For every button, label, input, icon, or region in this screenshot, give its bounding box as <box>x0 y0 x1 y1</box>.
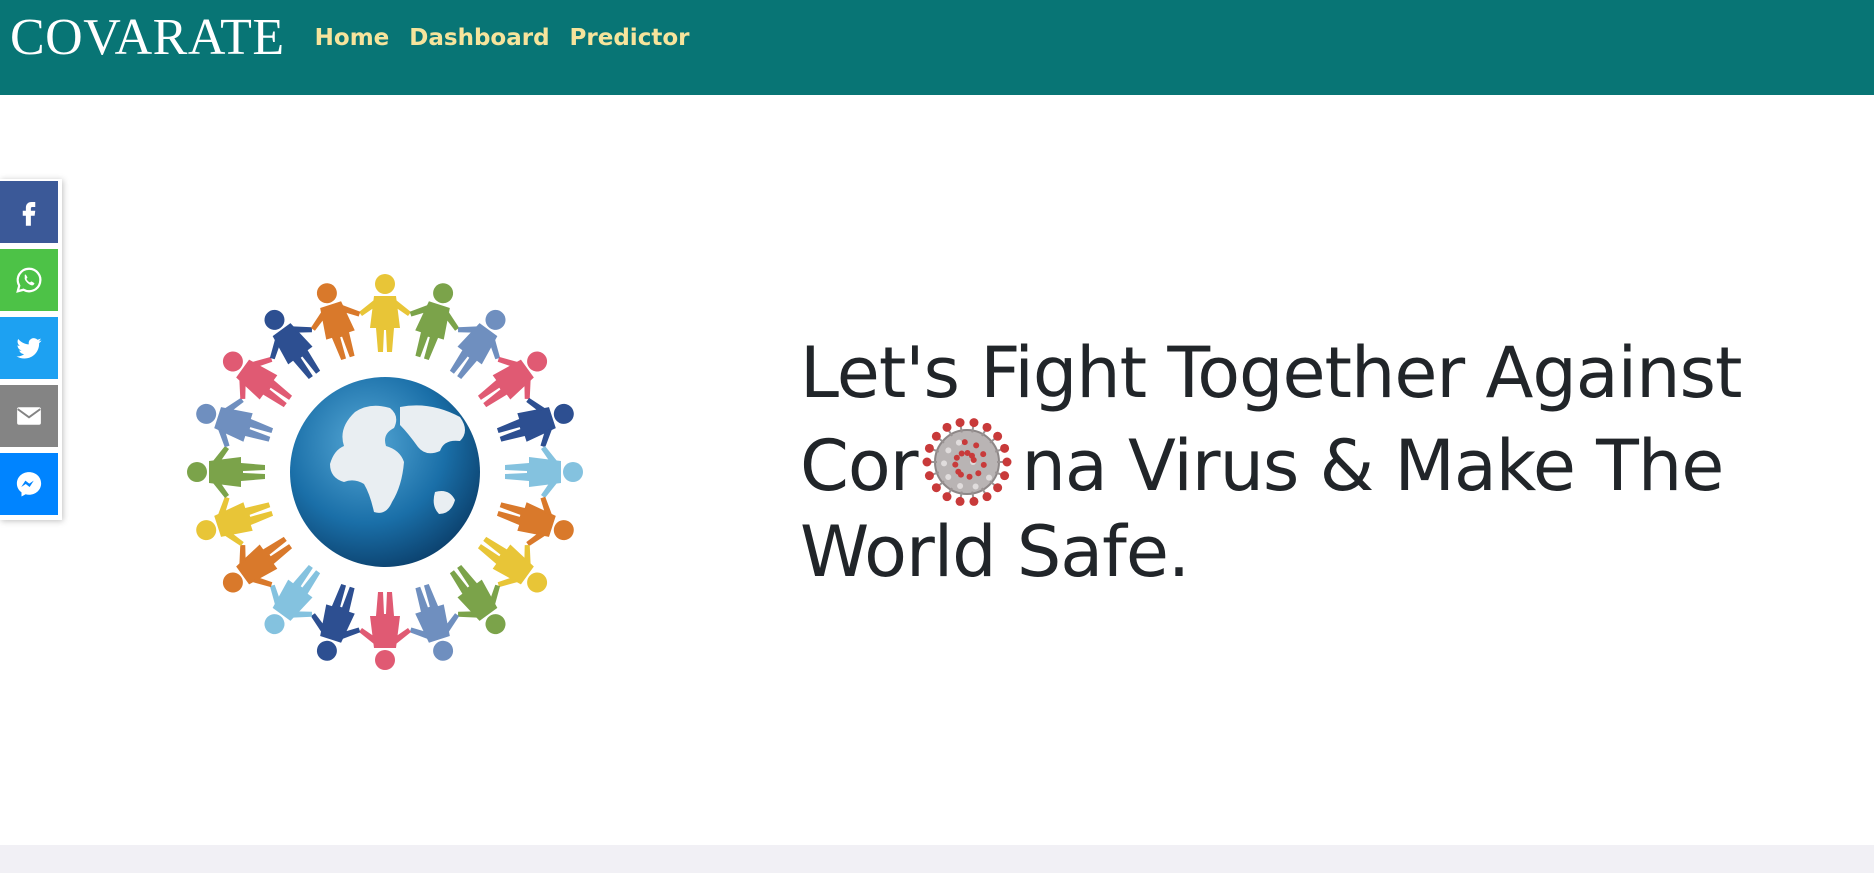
social-share-bar <box>0 179 62 520</box>
people-around-globe-icon <box>180 262 590 682</box>
whatsapp-icon <box>16 267 42 293</box>
twitter-icon <box>16 338 42 359</box>
nav-link-dashboard[interactable]: Dashboard <box>409 25 549 51</box>
coronavirus-icon <box>921 416 1013 508</box>
top-navbar: COVARATE Home Dashboard Predictor <box>0 0 1874 95</box>
nav-links: Home Dashboard Predictor <box>315 25 710 51</box>
whatsapp-share-button[interactable] <box>0 249 58 311</box>
messenger-share-button[interactable] <box>0 453 58 515</box>
brand-logo[interactable]: COVARATE <box>10 11 285 64</box>
nav-link-home[interactable]: Home <box>315 25 390 51</box>
email-share-button[interactable] <box>0 385 58 447</box>
email-icon <box>17 407 41 425</box>
hero-headline: Let's Fight Together Against Cor na Viru… <box>800 330 1800 595</box>
twitter-share-button[interactable] <box>0 317 58 379</box>
footer-strip <box>0 845 1874 873</box>
nav-link-predictor[interactable]: Predictor <box>570 25 690 51</box>
facebook-icon <box>22 202 36 226</box>
facebook-share-button[interactable] <box>0 181 58 243</box>
messenger-icon <box>16 472 42 497</box>
